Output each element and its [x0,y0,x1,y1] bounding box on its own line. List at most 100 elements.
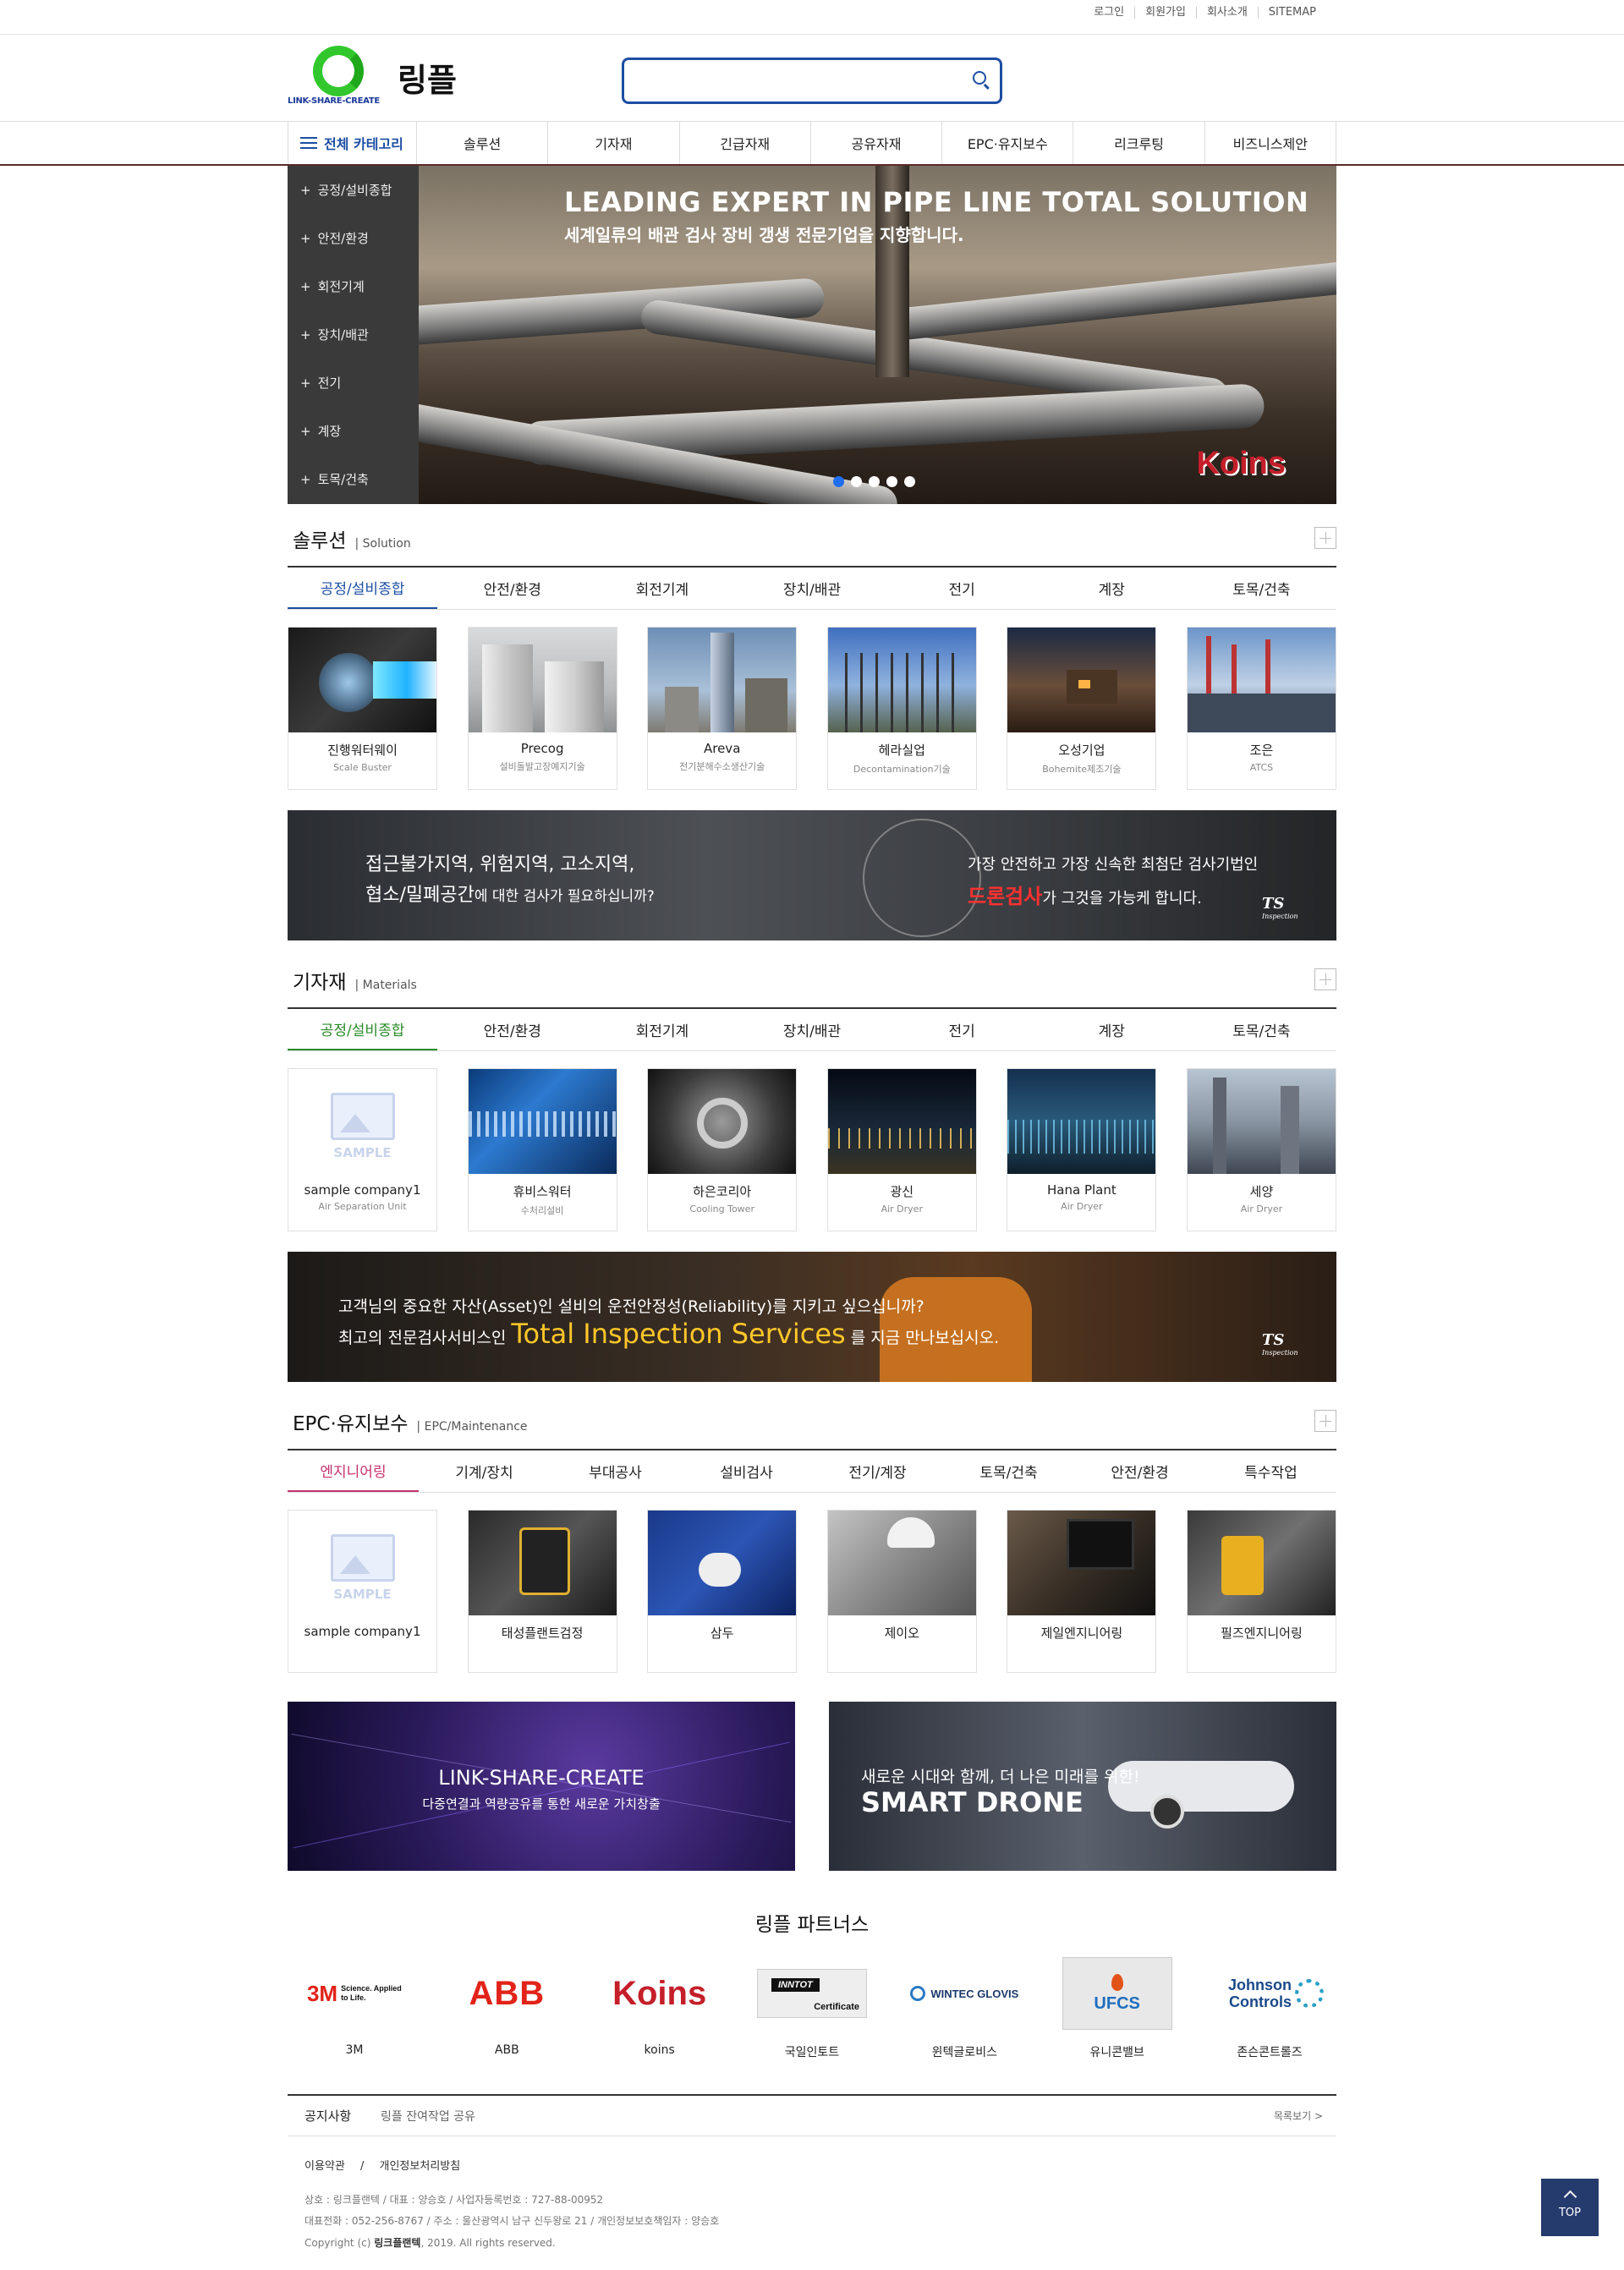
search-icon[interactable] [973,71,986,85]
slider-dot[interactable] [869,476,880,487]
slider-dot[interactable] [886,476,897,487]
tab[interactable]: 기계/장치 [419,1450,550,1492]
nav-item-urgent[interactable]: 긴급자재 [680,122,811,164]
category-sidebar: + 공정/설비종합 + 안전/환경 + 회전기계 + 장치/배관 + 전기 + … [288,166,419,504]
company-card[interactable]: 태성플랜트검정 [467,1510,617,1673]
tab[interactable]: 안전/환경 [437,568,587,609]
tab[interactable]: 공정/설비종합 [288,1009,438,1050]
partner-logo: ABB [469,1974,546,2012]
partner-item[interactable]: UFCS 유니콘밸브 [1054,1955,1181,2060]
partner-item[interactable]: Koins koins [596,1955,723,2060]
tab[interactable]: 계장 [1037,568,1187,609]
company-card[interactable]: Precog 설비돌발고장예지기술 [467,627,617,790]
link-share-create-banner[interactable]: LINK-SHARE-CREATE 다중연결과 역량공유를 통한 새로운 가치창… [288,1702,795,1871]
site-logo[interactable]: LINK-SHARE-CREATE [288,42,406,110]
slider-dot[interactable] [851,476,862,487]
tab[interactable]: 장치/배관 [737,568,886,609]
notice-label: 공지사항 [304,2108,352,2124]
company-card[interactable]: 광신 Air Dryer [826,1068,977,1231]
drone-inspection-banner[interactable]: 접근불가지역, 위험지역, 고소지역, 협소/밀폐공간에 대한 검사가 필요하십… [288,810,1336,940]
solution-more-plus-icon[interactable] [1314,527,1336,549]
smart-drone-banner[interactable]: 새로운 시대와 함께, 더 나은 미래를 위한! SMART DRONE [829,1702,1336,1871]
signup-link[interactable]: 회원가입 [1134,7,1196,19]
tab[interactable]: 토목/건축 [1187,1009,1336,1050]
company-card[interactable]: 진행워터웨이 Scale Buster [288,627,437,790]
search-box[interactable] [622,58,1002,104]
tab[interactable]: 전기 [887,568,1037,609]
card-image [827,628,976,732]
partner-item[interactable]: WINTEC GLOVIS 윈텍글로비스 [901,1955,1028,2060]
company-card[interactable]: SAMPLE sample company1 Air Separation Un… [288,1068,437,1231]
card-image [827,1069,976,1174]
company-card[interactable]: 필즈엔지니어링 [1186,1510,1336,1673]
company-card[interactable]: 제일엔지니어링 [1007,1510,1157,1673]
nav-item-shared[interactable]: 공유자재 [811,122,943,164]
tab[interactable]: 안전/환경 [1074,1450,1205,1492]
tab[interactable]: 엔지니어링 [288,1450,419,1492]
privacy-link[interactable]: 개인정보처리방침 [380,2160,461,2173]
partner-name: 윈텍글로비스 [931,2046,997,2059]
materials-more-plus-icon[interactable] [1314,968,1336,990]
slider-dot[interactable] [904,476,915,487]
tab[interactable]: 부대공사 [550,1450,681,1492]
company-card[interactable]: 조은 ATCS [1186,627,1336,790]
sitemap-link[interactable]: SITEMAP [1257,7,1326,19]
sidebar-item[interactable]: + 회전기계 [288,262,419,310]
company-card[interactable]: Areva 전기분해수소생산기술 [647,627,798,790]
sidebar-item[interactable]: + 계장 [288,407,419,455]
terms-link[interactable]: 이용약관 [304,2160,345,2173]
sidebar-item[interactable]: + 장치/배관 [288,310,419,359]
tab[interactable]: 토목/건축 [943,1450,1074,1492]
nav-item-recruiting[interactable]: 리크루팅 [1073,122,1205,164]
nav-item-materials[interactable]: 기자재 [548,122,680,164]
tab[interactable]: 안전/환경 [437,1009,587,1050]
slider-dot[interactable] [833,476,844,487]
tab[interactable]: 설비검사 [681,1450,812,1492]
card-name: Areva [703,741,741,756]
hero-slider[interactable]: LEADING EXPERT IN PIPE LINE TOTAL SOLUTI… [419,166,1336,504]
tab[interactable]: 특수작업 [1205,1450,1336,1492]
nav-item-business[interactable]: 비즈니스제안 [1205,122,1336,164]
card-name: 진행워터웨이 [327,743,398,758]
company-card[interactable]: 삼두 [647,1510,798,1673]
nav-item-epc[interactable]: EPC·유지보수 [942,122,1074,164]
company-card[interactable]: 세양 Air Dryer [1186,1068,1336,1231]
card-desc: 전기분해수소생산기술 [679,761,765,772]
tab[interactable]: 장치/배관 [737,1009,886,1050]
partner-item[interactable]: INNTOT Certificate 국일인토트 [749,1955,875,2060]
top-links: 로그인 회원가입 회사소개 SITEMAP [1084,7,1326,19]
company-card[interactable]: 오성기업 Bohemite제조기술 [1007,627,1157,790]
company-card[interactable]: Hana Plant Air Dryer [1007,1068,1157,1231]
tab[interactable]: 공정/설비종합 [288,568,438,609]
company-card[interactable]: 휴비스워터 수처리설비 [467,1068,617,1231]
all-categories-button[interactable]: 전체 카테고리 [288,122,417,164]
sidebar-item[interactable]: + 전기 [288,359,419,407]
about-link[interactable]: 회사소개 [1195,7,1258,19]
nav-item-solution[interactable]: 솔루션 [417,122,549,164]
notice-more-link[interactable]: 목록보기 > [1274,2108,1323,2123]
company-card[interactable]: SAMPLE sample company1 [288,1510,437,1673]
inspection-services-banner[interactable]: 고객님의 중요한 자산(Asset)인 설비의 운전안정성(Reliabilit… [288,1252,1336,1382]
tab[interactable]: 계장 [1037,1009,1187,1050]
company-card[interactable]: 제이오 [826,1510,977,1673]
menu-icon [300,137,317,149]
epc-more-plus-icon[interactable] [1314,1410,1336,1432]
company-card[interactable]: 헤라실업 Decontamination기술 [826,627,977,790]
tab[interactable]: 회전기계 [587,568,737,609]
sidebar-item[interactable]: + 안전/환경 [288,214,419,262]
login-link[interactable]: 로그인 [1084,7,1134,19]
partner-item[interactable]: 3M Science. Applied to Life. 3M [291,1955,418,2060]
sidebar-item[interactable]: + 공정/설비종합 [288,166,419,214]
brand-name[interactable]: 링플 [398,54,457,101]
notice-link[interactable]: 링플 잔여작업 공유 [381,2108,1274,2125]
tab[interactable]: 회전기계 [587,1009,737,1050]
partner-item[interactable]: ABB ABB [443,1955,570,2060]
recycle-ring-icon [313,46,364,96]
back-to-top-button[interactable]: TOP [1541,2179,1599,2236]
tab[interactable]: 전기 [887,1009,1037,1050]
company-card[interactable]: 하은코리아 Cooling Tower [647,1068,798,1231]
tab[interactable]: 전기/계장 [812,1450,943,1492]
sidebar-item[interactable]: + 토목/건축 [288,455,419,503]
tab[interactable]: 토목/건축 [1187,568,1336,609]
partner-item[interactable]: Johnson Controls 존슨콘트롤즈 [1206,1955,1333,2060]
